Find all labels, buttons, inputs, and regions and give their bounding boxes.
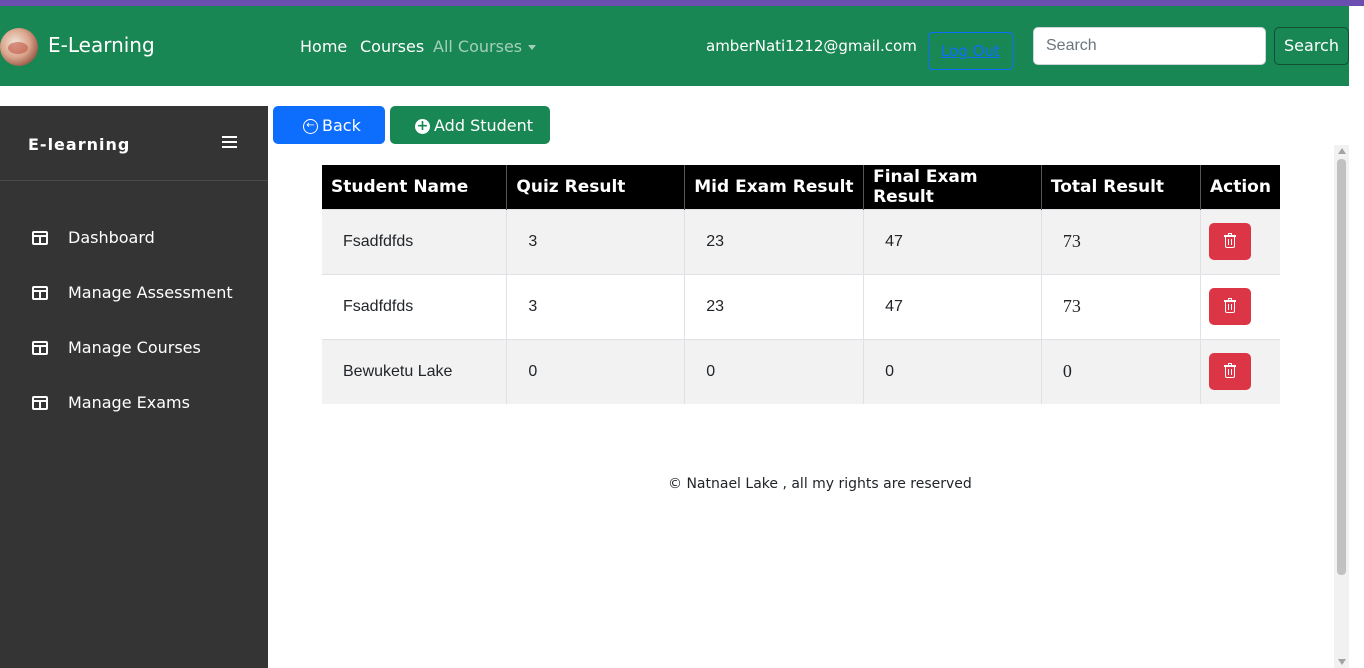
sidebar-item-label: Manage Courses (68, 338, 201, 357)
cell-student-name: Fsadfdfds (322, 208, 508, 274)
nav-dropdown-label: All Courses (433, 37, 523, 56)
page-scrollbar[interactable] (1334, 145, 1349, 668)
column-header-action: Action (1200, 165, 1280, 209)
scrollbar-thumb[interactable] (1337, 159, 1346, 575)
column-header-final-exam-result: Final Exam Result (863, 165, 1042, 209)
results-table: Student Name Quiz Result Mid Exam Result… (322, 165, 1280, 404)
sidebar-item-label: Manage Assessment (68, 283, 233, 302)
trash-icon (1223, 363, 1236, 379)
cell-student-name: Fsadfdfds (322, 273, 508, 339)
scroll-down-arrow-icon[interactable] (1338, 659, 1346, 665)
table-row: Fsadfdfds 3 23 47 73 (322, 273, 1280, 339)
column-header-quiz-result: Quiz Result (506, 165, 686, 209)
cell-action (1200, 338, 1280, 404)
table-row: Fsadfdfds 3 23 47 73 (322, 208, 1280, 274)
sidebar: E-learning Dashboard Manage Assessment M… (0, 106, 268, 668)
cell-quiz-result: 3 (506, 273, 686, 339)
table-layout-icon (32, 286, 48, 300)
column-header-mid-exam-result: Mid Exam Result (684, 165, 865, 209)
cell-total-result: 0 (1041, 338, 1201, 404)
table-layout-icon (32, 396, 48, 410)
search-button[interactable]: Search (1274, 27, 1349, 65)
cell-quiz-result: 0 (506, 338, 686, 404)
cell-final-exam-result: 47 (863, 208, 1042, 274)
table-layout-icon (32, 231, 48, 245)
column-header-total-result: Total Result (1041, 165, 1201, 209)
trash-icon (1223, 298, 1236, 313)
add-student-button-label: Add Student (434, 116, 534, 135)
plus-circle-icon: + (415, 118, 430, 134)
cell-total-result: 73 (1041, 208, 1201, 274)
footer-copyright: © Natnael Lake , all my rights are reser… (668, 476, 972, 492)
cell-total-result: 73 (1041, 273, 1201, 339)
sidebar-divider (0, 180, 268, 181)
nav-link-courses[interactable]: Courses (360, 37, 424, 56)
brand-logo[interactable] (0, 28, 38, 66)
caret-down-icon (528, 45, 537, 50)
user-email: amberNati1212@gmail.com (706, 37, 917, 55)
cell-final-exam-result: 47 (863, 273, 1042, 339)
delete-button[interactable] (1208, 223, 1251, 260)
search-input[interactable] (1033, 27, 1266, 65)
cell-student-name: Bewuketu Lake (322, 338, 508, 404)
column-header-student-name: Student Name (322, 165, 508, 209)
cell-mid-exam-result: 23 (684, 273, 865, 339)
sidebar-title: E-learning (28, 135, 131, 154)
trash-icon (1223, 233, 1236, 248)
table-layout-icon (32, 341, 48, 355)
logout-button[interactable]: Log Out (928, 32, 1013, 70)
cell-action (1200, 273, 1280, 339)
cell-mid-exam-result: 0 (684, 338, 865, 404)
sidebar-item-label: Dashboard (68, 228, 155, 247)
back-button-label: Back (322, 116, 361, 135)
table-row: Bewuketu Lake 0 0 0 0 (322, 338, 1280, 404)
cell-final-exam-result: 0 (863, 338, 1042, 404)
top-navbar: E-Learning Home Courses All Courses ambe… (0, 6, 1349, 86)
table-header-row: Student Name Quiz Result Mid Exam Result… (322, 165, 1280, 209)
hamburger-menu-icon[interactable] (222, 136, 237, 150)
nav-link-home[interactable]: Home (300, 37, 347, 56)
brand-name[interactable]: E-Learning (48, 33, 155, 57)
nav-dropdown-all-courses[interactable]: All Courses (433, 37, 537, 56)
back-button[interactable]: ← Back (273, 106, 385, 144)
cell-mid-exam-result: 23 (684, 208, 865, 274)
delete-button[interactable] (1208, 288, 1251, 325)
cell-quiz-result: 3 (506, 208, 686, 274)
cell-action (1200, 208, 1280, 274)
arrow-left-circle-icon: ← (303, 119, 318, 134)
scroll-up-arrow-icon[interactable] (1338, 148, 1346, 154)
delete-button[interactable] (1208, 353, 1251, 391)
sidebar-item-label: Manage Exams (68, 393, 190, 412)
add-student-button[interactable]: + Add Student (390, 106, 550, 144)
